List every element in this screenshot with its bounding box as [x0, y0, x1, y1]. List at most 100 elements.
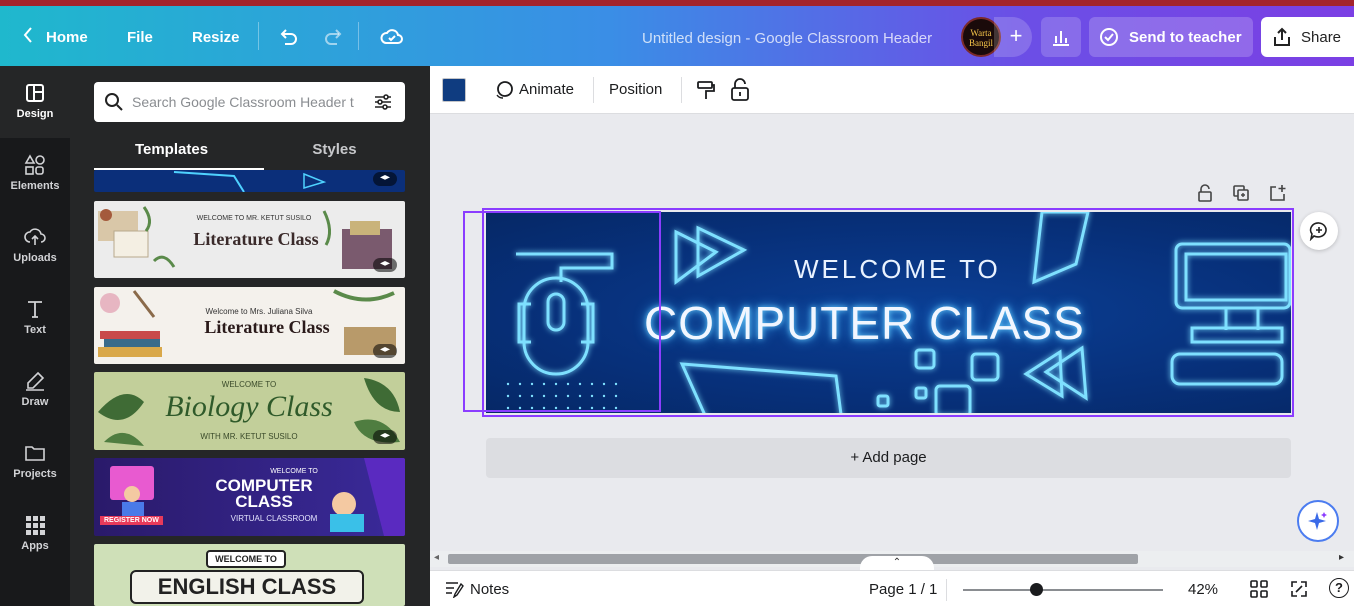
panel-tabs: Templates Styles	[94, 136, 405, 170]
template-subtitle: WELCOME TO	[206, 550, 286, 568]
toolbar-divider	[258, 22, 259, 50]
share-icon	[1274, 27, 1290, 46]
add-page-icon[interactable]	[1268, 184, 1286, 202]
projects-icon	[25, 446, 45, 461]
search-icon	[105, 93, 123, 111]
undo-icon[interactable]	[277, 26, 299, 48]
scrollbar-thumb[interactable]	[448, 554, 1138, 564]
rail-item-text[interactable]: Text	[0, 282, 70, 354]
pro-badge	[373, 172, 397, 186]
magic-assistant-button[interactable]	[1297, 500, 1339, 542]
notes-button[interactable]: Notes	[470, 581, 509, 598]
template-title: Biology Class	[165, 390, 333, 423]
left-rail: Design Elements Uploads Text Draw Projec…	[0, 66, 70, 606]
elements-icon	[24, 154, 45, 175]
element-selection-outline	[463, 211, 661, 412]
rail-label-projects: Projects	[13, 468, 57, 480]
scroll-right-arrow[interactable]: ▸	[1339, 552, 1344, 563]
draw-icon	[26, 371, 45, 391]
home-button[interactable]: Home	[46, 29, 88, 46]
page-indicator[interactable]: Page 1 / 1	[869, 581, 937, 598]
top-bar: Home File Resize Untitled design - Googl…	[0, 0, 1354, 66]
file-menu[interactable]: File	[127, 29, 153, 46]
template-thumbnail[interactable]	[94, 170, 405, 192]
rail-label-uploads: Uploads	[13, 252, 57, 264]
design-title[interactable]: Untitled design - Google Classroom Heade…	[642, 30, 932, 47]
template-thumbnail[interactable]: WELCOME TO ENGLISH CLASS	[94, 544, 405, 606]
uploads-icon	[24, 228, 46, 245]
animate-icon	[496, 81, 513, 99]
resize-button[interactable]: Resize	[192, 29, 240, 46]
pro-badge	[373, 258, 397, 272]
rail-item-elements[interactable]: Elements	[0, 138, 70, 210]
template-title: ENGLISH CLASS	[130, 570, 364, 604]
toolbar-divider	[593, 77, 594, 103]
scroll-left-arrow[interactable]: ◂	[434, 552, 439, 563]
rail-item-design[interactable]: Design	[0, 66, 70, 138]
insights-button[interactable]	[1041, 17, 1081, 57]
expand-pages-button[interactable]: ⌃	[860, 556, 934, 570]
template-subtitle: Welcome to Mrs. Juliana Silva	[205, 307, 313, 316]
duplicate-page-icon[interactable]	[1232, 184, 1250, 202]
template-subtitle: WELCOME TO	[221, 380, 277, 389]
tab-templates[interactable]: Templates	[94, 141, 249, 158]
position-button[interactable]: Position	[609, 81, 662, 98]
template-title: Literature Class	[193, 229, 319, 249]
zoom-slider-handle[interactable]	[1030, 583, 1043, 596]
rail-label-apps: Apps	[21, 540, 49, 552]
template-thumbnail[interactable]: Welcome to Mrs. Juliana Silva Literature…	[94, 287, 405, 364]
add-collaborator-button[interactable]: +	[994, 17, 1032, 57]
tab-styles[interactable]: Styles	[257, 141, 412, 158]
template-caption: VIRTUAL CLASSROOM	[230, 514, 318, 523]
template-thumbnail[interactable]: WELCOME TO COMPUTER CLASS VIRTUAL CLASSR…	[94, 458, 405, 536]
canva-editor: Home File Resize Untitled design - Googl…	[0, 0, 1354, 606]
redo-icon[interactable]	[323, 26, 345, 48]
toolbar-divider	[358, 22, 359, 50]
search-input[interactable]	[132, 92, 364, 112]
template-thumbnail[interactable]: WELCOME TO MR. KETUT SUSILO Literature C…	[94, 201, 405, 278]
rail-label-design: Design	[16, 108, 54, 120]
pro-badge	[373, 344, 397, 358]
color-swatch[interactable]	[442, 78, 466, 102]
check-circle-icon	[1100, 28, 1118, 46]
rail-item-projects[interactable]: Projects	[0, 426, 70, 498]
help-button[interactable]: ?	[1329, 578, 1349, 598]
template-subtitle: WELCOME TO MR. KETUT SUSILO	[196, 215, 312, 222]
search-box[interactable]	[94, 82, 405, 122]
bottom-divider	[946, 579, 947, 601]
cloud-saved-icon[interactable]	[380, 26, 404, 48]
share-button[interactable]: Share	[1261, 17, 1354, 57]
templates-panel: Templates Styles WELCOME TO MR. KETUT SU…	[70, 66, 430, 606]
notes-icon	[446, 582, 464, 598]
lock-icon[interactable]	[729, 78, 751, 102]
zoom-slider[interactable]	[963, 589, 1163, 591]
grid-view-icon[interactable]	[1250, 580, 1268, 598]
template-thumbnail[interactable]: WELCOME TO Biology Class WITH MR. KETUT …	[94, 372, 405, 450]
rail-item-uploads[interactable]: Uploads	[0, 210, 70, 282]
rail-item-draw[interactable]: Draw	[0, 354, 70, 426]
send-to-teacher-label: Send to teacher	[1129, 29, 1242, 46]
top-accent-line	[0, 0, 1354, 6]
fullscreen-icon[interactable]	[1290, 580, 1308, 598]
chevron-left-icon[interactable]	[18, 24, 40, 46]
pro-badge	[373, 430, 397, 444]
sparkle-icon	[1308, 512, 1327, 530]
add-comment-button[interactable]	[1300, 212, 1338, 250]
toolbar-divider	[681, 77, 682, 103]
paint-roller-icon[interactable]	[695, 79, 717, 101]
comment-plus-icon	[1309, 222, 1327, 241]
lock-page-icon[interactable]	[1196, 184, 1214, 202]
design-icon	[26, 84, 44, 102]
send-to-teacher-button[interactable]: Send to teacher	[1089, 17, 1253, 57]
bottom-bar: Notes Page 1 / 1 42% ?	[430, 570, 1354, 606]
bar-chart-icon	[1053, 31, 1069, 46]
add-page-button[interactable]: + Add page	[486, 438, 1291, 478]
template-title: Literature Class	[204, 317, 330, 337]
template-title-line2: CLASS	[235, 492, 293, 511]
template-register-button: REGISTER NOW	[100, 516, 163, 525]
template-title: COMPUTER CLASS	[194, 477, 334, 511]
animate-button[interactable]: Animate	[519, 81, 574, 98]
zoom-level[interactable]: 42%	[1188, 581, 1218, 598]
filter-icon[interactable]	[373, 92, 393, 112]
rail-item-apps[interactable]: Apps	[0, 498, 70, 570]
